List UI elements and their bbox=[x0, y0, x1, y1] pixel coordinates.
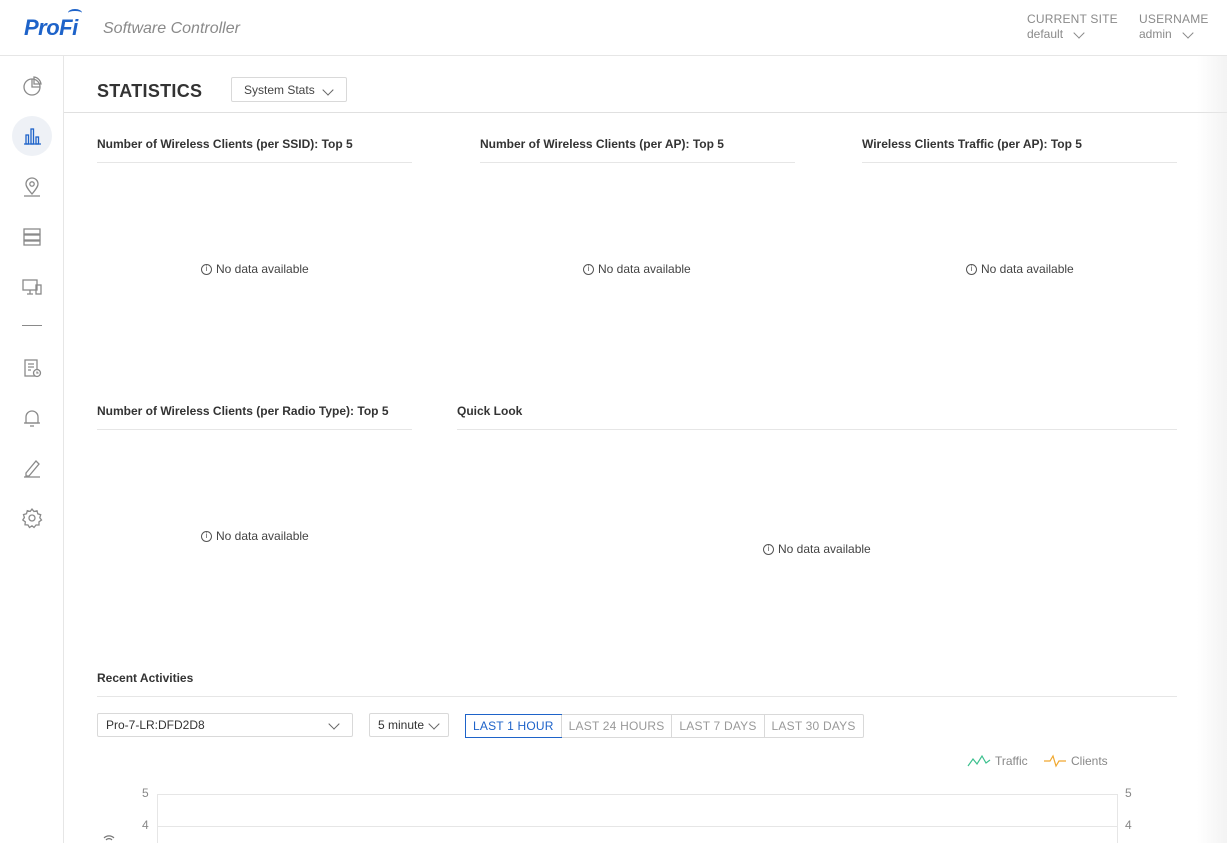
username-value: admin bbox=[1139, 27, 1172, 41]
log-schedule-icon bbox=[24, 359, 42, 378]
info-icon: i bbox=[966, 263, 977, 275]
app-subtitle: Software Controller bbox=[103, 20, 240, 37]
y-tick-left: 5 bbox=[142, 786, 149, 800]
empty-state-traffic: i No data available bbox=[966, 262, 1074, 276]
alert-bell-icon bbox=[24, 410, 40, 427]
clients-monitor-icon bbox=[22, 279, 42, 295]
user-menu[interactable]: USERNAME admin bbox=[1139, 12, 1209, 42]
recent-activities-title: Recent Activities bbox=[97, 671, 194, 685]
current-site-selector[interactable]: CURRENT SITE default bbox=[1027, 12, 1118, 42]
chevron-down-icon bbox=[428, 718, 440, 730]
page-header: STATISTICS System Stats bbox=[64, 56, 1227, 113]
nav-edit[interactable] bbox=[12, 448, 52, 488]
empty-state-ssid: i No data available bbox=[201, 262, 309, 276]
interval-select[interactable]: 5 minute bbox=[369, 713, 449, 737]
stats-view-value: System Stats bbox=[244, 82, 315, 97]
nav-logs[interactable] bbox=[12, 348, 52, 388]
panel-title-ap: Number of Wireless Clients (per AP): Top… bbox=[480, 137, 724, 151]
nav-divider bbox=[22, 325, 42, 326]
info-icon: i bbox=[201, 530, 212, 542]
devices-list-icon bbox=[23, 228, 41, 246]
nav-statistics[interactable] bbox=[12, 116, 52, 156]
current-site-value: default bbox=[1027, 27, 1064, 41]
time-range-group: LAST 1 HOUR LAST 24 HOURS LAST 7 DAYS LA… bbox=[465, 714, 864, 738]
device-select[interactable]: Pro-7-LR:DFD2D8 bbox=[97, 713, 353, 737]
nav-map[interactable] bbox=[12, 167, 52, 207]
grid-line bbox=[157, 794, 1117, 795]
info-icon: i bbox=[583, 263, 594, 275]
legend-clients[interactable]: Clients bbox=[1043, 754, 1108, 768]
y-tick-right: 5 bbox=[1125, 786, 1132, 800]
panel-title-traffic: Wireless Clients Traffic (per AP): Top 5 bbox=[862, 137, 1082, 151]
stats-view-select[interactable]: System Stats bbox=[231, 77, 347, 102]
legend-traffic[interactable]: Traffic bbox=[967, 754, 1028, 768]
main-content: STATISTICS System Stats Number of Wirele… bbox=[64, 56, 1227, 843]
nav-devices[interactable] bbox=[12, 217, 52, 257]
y-axis-right bbox=[1117, 794, 1118, 843]
sidebar-nav bbox=[0, 56, 64, 843]
nav-settings[interactable] bbox=[12, 498, 52, 538]
empty-state-quick-look: i No data available bbox=[763, 542, 871, 556]
range-last-24-hours[interactable]: LAST 24 HOURS bbox=[560, 715, 672, 737]
profi-logo[interactable]: ProFi bbox=[24, 9, 82, 41]
divider bbox=[97, 429, 412, 430]
interval-select-value: 5 minute bbox=[378, 718, 425, 732]
edit-pencil-icon bbox=[24, 460, 40, 478]
range-last-7-days[interactable]: LAST 7 DAYS bbox=[671, 715, 763, 737]
y-tick-left: 4 bbox=[142, 818, 149, 832]
info-icon: i bbox=[201, 263, 212, 275]
current-site-label: CURRENT SITE bbox=[1027, 12, 1118, 26]
divider bbox=[862, 162, 1177, 163]
panel-title-radio: Number of Wireless Clients (per Radio Ty… bbox=[97, 404, 389, 418]
y-axis-left bbox=[157, 794, 158, 843]
empty-state-radio: i No data available bbox=[201, 529, 309, 543]
statistics-bar-icon bbox=[24, 128, 41, 145]
chevron-down-icon bbox=[1182, 26, 1194, 39]
panel-title-quick-look: Quick Look bbox=[457, 404, 523, 418]
device-select-value: Pro-7-LR:DFD2D8 bbox=[106, 718, 205, 732]
page-title: STATISTICS bbox=[97, 81, 203, 101]
divider bbox=[457, 429, 1177, 430]
empty-state-ap: i No data available bbox=[583, 262, 691, 276]
chevron-down-icon bbox=[328, 718, 340, 730]
wifi-axis-icon bbox=[103, 835, 115, 841]
divider bbox=[97, 162, 412, 163]
scroll-edge-shadow bbox=[1197, 56, 1227, 843]
settings-gear-icon bbox=[21, 507, 43, 529]
info-icon: i bbox=[763, 543, 774, 555]
traffic-line-icon bbox=[967, 754, 991, 767]
nav-alerts[interactable] bbox=[12, 398, 52, 438]
divider bbox=[480, 162, 795, 163]
chevron-down-icon bbox=[322, 84, 334, 96]
y-tick-right: 4 bbox=[1125, 818, 1132, 832]
range-last-30-days[interactable]: LAST 30 DAYS bbox=[763, 715, 863, 737]
nav-dashboard[interactable] bbox=[12, 66, 52, 106]
top-header: ProFi Software Controller CURRENT SITE d… bbox=[0, 0, 1227, 56]
panel-title-ssid: Number of Wireless Clients (per SSID): T… bbox=[97, 137, 353, 151]
wifi-signal-icon bbox=[68, 9, 82, 17]
nav-clients[interactable] bbox=[12, 267, 52, 307]
clients-line-icon bbox=[1044, 754, 1066, 768]
map-location-icon bbox=[24, 177, 40, 197]
dashboard-pie-icon bbox=[23, 76, 42, 96]
chevron-down-icon bbox=[1073, 26, 1085, 39]
username-label: USERNAME bbox=[1139, 12, 1209, 26]
divider bbox=[97, 696, 1177, 697]
grid-line bbox=[157, 826, 1117, 827]
range-last-1-hour[interactable]: LAST 1 HOUR bbox=[465, 714, 562, 738]
